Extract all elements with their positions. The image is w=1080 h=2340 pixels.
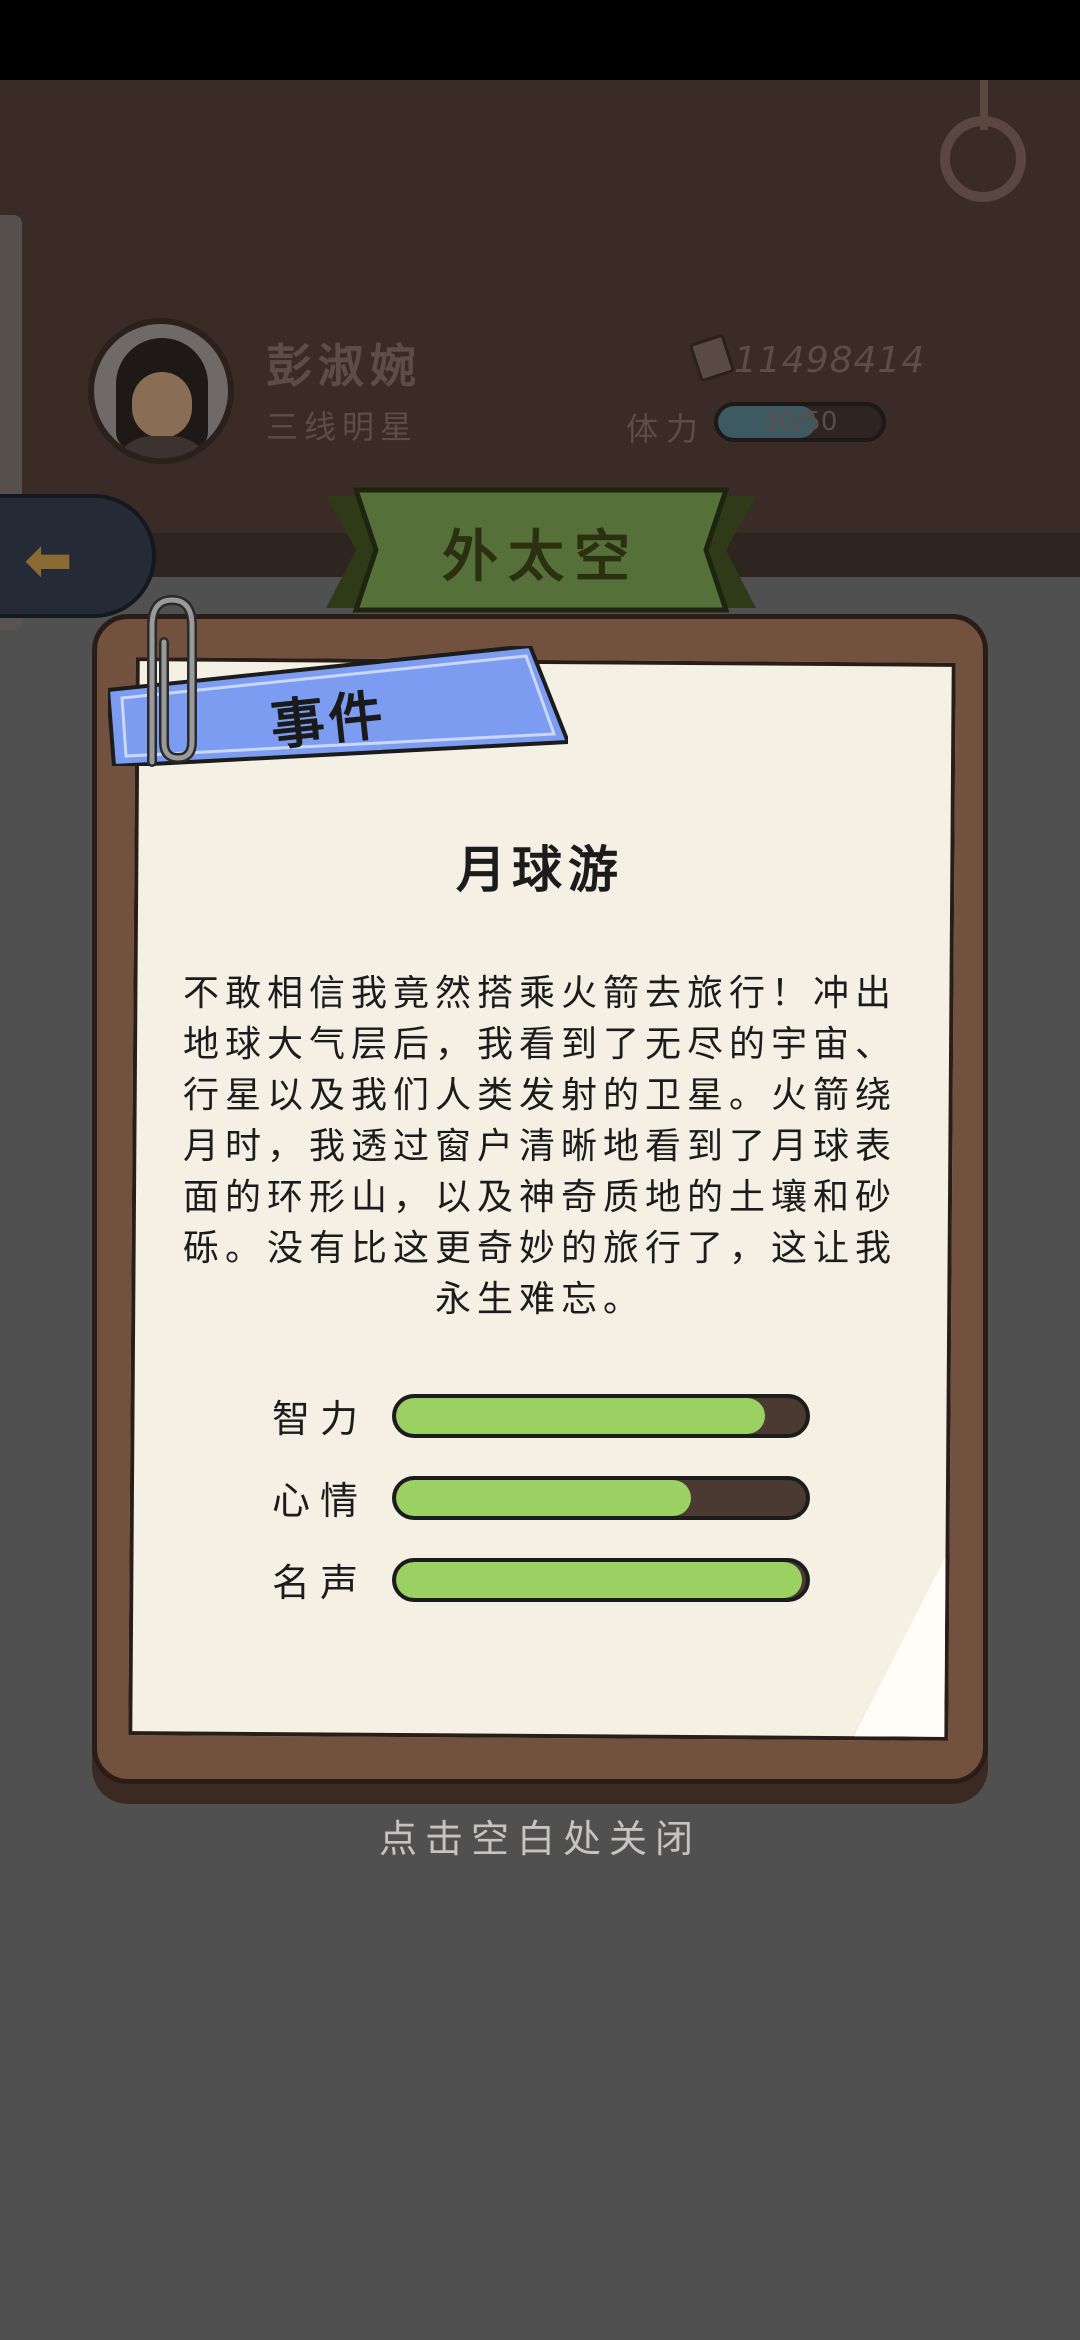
stat-bar-intelligence — [392, 1394, 810, 1438]
player-title: 三线明星 — [266, 408, 419, 446]
event-title: 月球游 — [456, 841, 624, 899]
stat-label-mood: 心情 — [272, 1479, 369, 1523]
avatar-face — [132, 372, 192, 438]
money-value: 11498414 — [734, 340, 926, 381]
stat-bar-fill — [396, 1480, 692, 1516]
avatar[interactable] — [88, 318, 234, 464]
paper-fold-corner — [854, 1556, 946, 1737]
stat-bar-mood — [392, 1476, 810, 1520]
player-name: 彭淑婉 — [266, 339, 422, 393]
arrow-left-icon: ⬅ — [24, 526, 73, 594]
energy-bar: 30/50 — [714, 402, 886, 442]
close-hint[interactable]: 点击空白处关闭 — [0, 1808, 1080, 1863]
paperclip-icon — [147, 594, 197, 767]
event-description: 不敢相信我竟然搭乘火箭去旅行！冲出地球大气层后，我看到了无尽的宇宙、行星以及我们… — [182, 973, 897, 1320]
stat-bar-fill — [396, 1398, 765, 1434]
stat-bar-fame — [392, 1558, 810, 1602]
event-ribbon-label: 事件 — [267, 683, 390, 758]
stat-bar-fill — [396, 1562, 802, 1598]
hook-ring-icon — [940, 116, 1026, 202]
status-bar — [0, 0, 1080, 80]
stat-label-intelligence: 智力 — [272, 1397, 369, 1441]
energy-label: 体力 — [626, 410, 707, 448]
energy-value: 30/50 — [762, 407, 838, 437]
location-banner-label: 外太空 — [442, 525, 640, 590]
stat-label-fame: 名声 — [272, 1561, 369, 1605]
